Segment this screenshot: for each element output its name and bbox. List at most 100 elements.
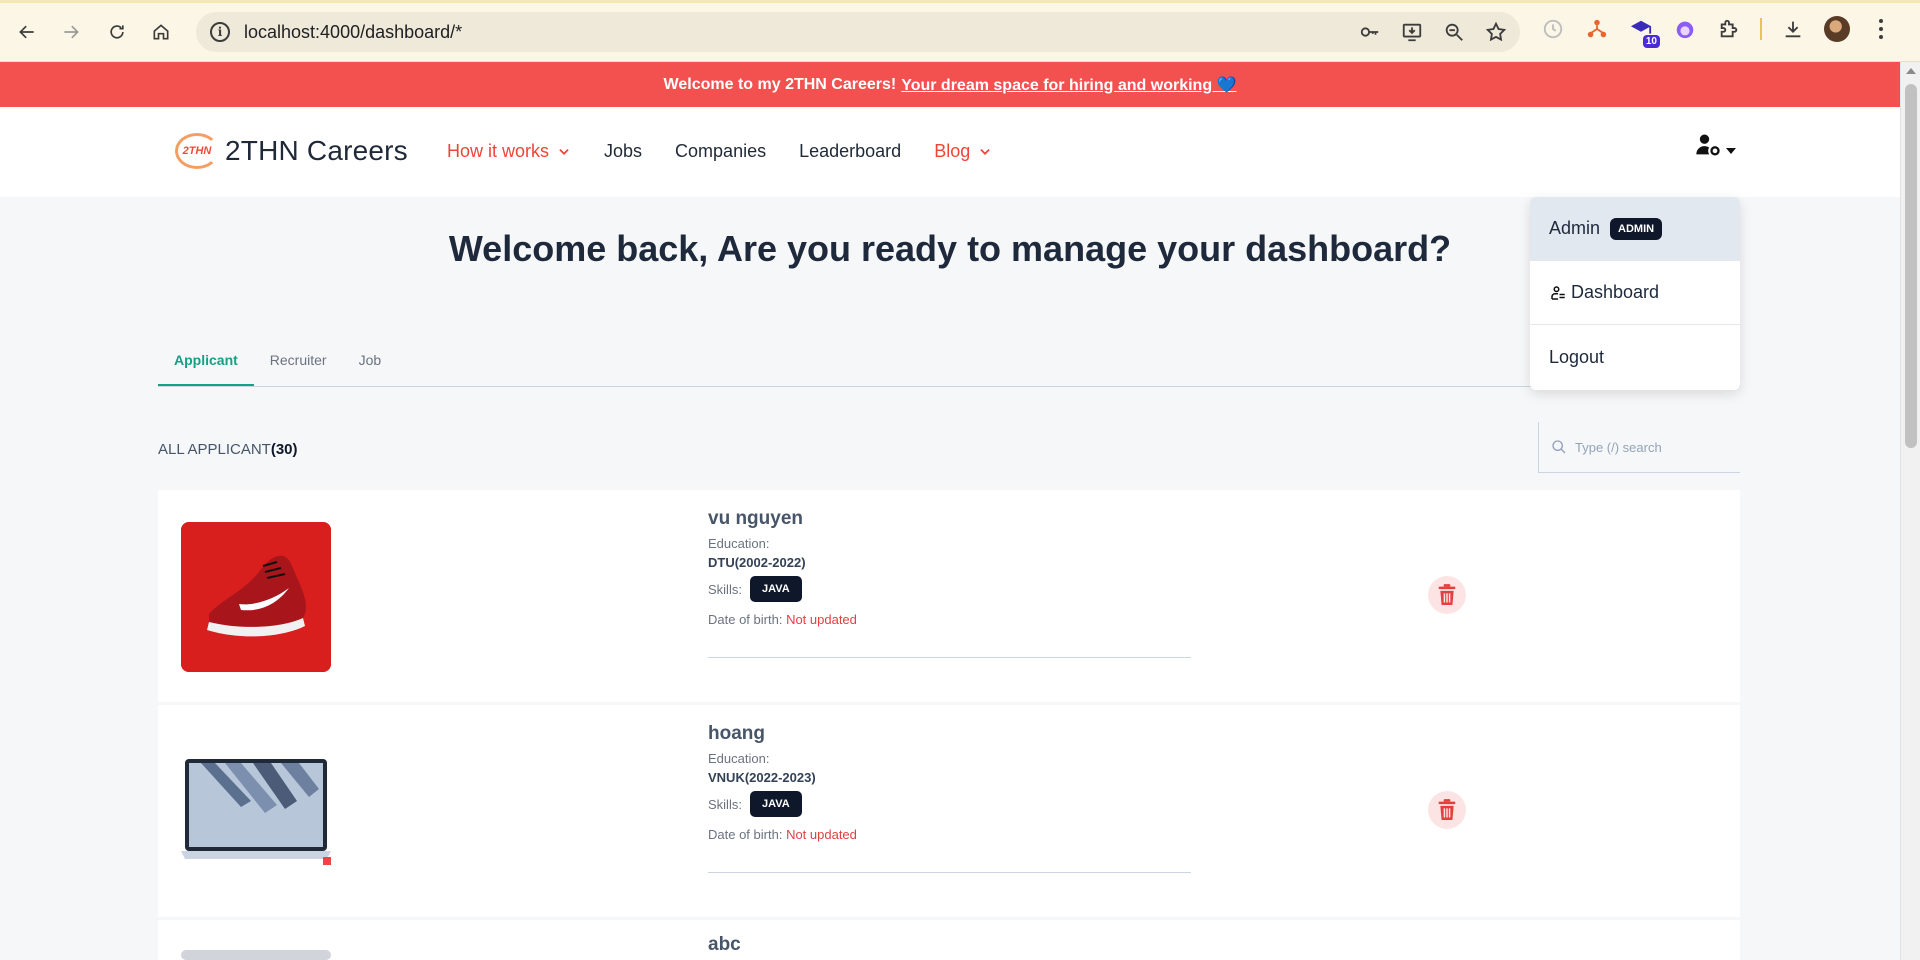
- dob-row: Date of birth: Not updated: [708, 827, 1191, 842]
- install-app-icon[interactable]: [1400, 20, 1424, 44]
- logo[interactable]: 2THN 2THN Careers: [175, 133, 408, 169]
- applicant-name[interactable]: vu nguyen: [708, 508, 1191, 530]
- nav-companies[interactable]: Companies: [675, 141, 766, 162]
- role-badge: ADMIN: [1610, 217, 1663, 240]
- applicant-name[interactable]: hoang: [708, 723, 1191, 745]
- dropdown-logout[interactable]: Logout: [1530, 325, 1740, 389]
- caret-down-icon: [1726, 148, 1736, 154]
- nav-blog[interactable]: Blog: [934, 141, 992, 162]
- downloads-icon[interactable]: [1780, 16, 1806, 42]
- site-header: 2THN 2THN Careers How it works Jobs Comp…: [0, 107, 1900, 197]
- applicant-image: [181, 950, 331, 960]
- dob-value: Not updated: [786, 827, 857, 842]
- announcement-link[interactable]: Your dream space for hiring and working …: [901, 75, 1236, 95]
- chevron-down-icon: [980, 148, 990, 155]
- user-menu-toggle[interactable]: [1692, 129, 1736, 161]
- logo-text: 2THN Careers: [225, 135, 408, 166]
- extension-clock-icon[interactable]: [1540, 16, 1566, 42]
- logo-mark: 2THN: [175, 133, 219, 169]
- nav-label: Leaderboard: [799, 141, 902, 161]
- main-nav: How it works Jobs Companies Leaderboard …: [447, 141, 992, 162]
- nav-label: Jobs: [604, 141, 643, 161]
- applicant-count: (30): [270, 441, 298, 458]
- applicant-info: vu nguyen Education: DTU(2002-2022) Skil…: [708, 508, 1191, 658]
- url-text: localhost:4000/dashboard/*: [244, 21, 463, 42]
- bookmark-star-icon[interactable]: [1484, 20, 1508, 44]
- nav-jobs[interactable]: Jobs: [604, 141, 642, 162]
- dob-label: Date of birth:: [708, 612, 783, 627]
- dropdown-label: Dashboard: [1571, 282, 1660, 302]
- address-bar[interactable]: i localhost:4000/dashboard/*: [196, 12, 1520, 52]
- site-info-icon[interactable]: i: [210, 22, 230, 42]
- extension-graduation-icon[interactable]: 10: [1628, 16, 1660, 48]
- education-label: Education:: [708, 751, 770, 766]
- profile-avatar[interactable]: [1824, 16, 1850, 42]
- browser-toolbar: i localhost:4000/dashboard/* 10: [0, 0, 1920, 62]
- trash-icon: [1438, 799, 1456, 820]
- extensions-puzzle-icon[interactable]: [1716, 16, 1742, 42]
- announcement-text: Welcome to my 2THN Careers!: [663, 75, 897, 93]
- chevron-down-icon: [559, 148, 569, 155]
- education-value: DTU(2002-2022): [708, 555, 806, 570]
- back-icon[interactable]: [12, 17, 42, 47]
- section-label: ALL APPLICANT: [158, 441, 271, 458]
- skill-badge: JAVA: [749, 576, 802, 602]
- applicant-image: [181, 522, 331, 672]
- applicant-name[interactable]: abc: [708, 934, 1191, 956]
- skills-label: Skills:: [708, 796, 742, 812]
- nav-label: How it works: [447, 141, 550, 161]
- tab-recruiter[interactable]: Recruiter: [254, 338, 343, 386]
- delete-button[interactable]: [1428, 791, 1466, 829]
- dropdown-dashboard[interactable]: Dashboard: [1530, 261, 1740, 325]
- toolbar-separator: [1760, 18, 1762, 40]
- dob-label: Date of birth:: [708, 827, 783, 842]
- trash-icon: [1438, 584, 1456, 605]
- scroll-up-icon[interactable]: [1906, 68, 1916, 74]
- nav-leaderboard[interactable]: Leaderboard: [799, 141, 901, 162]
- nav-label: Blog: [934, 141, 971, 161]
- applicant-card: abc: [158, 920, 1740, 960]
- applicant-info: abc: [708, 934, 1191, 956]
- user-settings-icon: [1692, 129, 1724, 161]
- extension-mascot-icon[interactable]: [1672, 16, 1698, 42]
- applicant-info: hoang Education: VNUK(2022-2023) Skills:…: [708, 723, 1191, 873]
- skills-row: Skills: JAVA: [708, 791, 1191, 817]
- skill-badge: JAVA: [749, 791, 802, 817]
- announcement-bar: Welcome to my 2THN Careers! Your dream s…: [0, 62, 1900, 107]
- search-icon: [1552, 440, 1566, 454]
- applicant-card: vu nguyen Education: DTU(2002-2022) Skil…: [158, 490, 1740, 702]
- education-value: VNUK(2022-2023): [708, 770, 816, 785]
- education-label: Education:: [708, 536, 770, 551]
- dob-value: Not updated: [786, 612, 857, 627]
- dob-row: Date of birth: Not updated: [708, 612, 1191, 627]
- dashboard-icon: [1551, 285, 1565, 300]
- password-key-icon[interactable]: [1358, 20, 1382, 44]
- section-title: ALL APPLICANT(30): [158, 441, 298, 458]
- dropdown-user-info: Admin ADMIN: [1530, 197, 1740, 261]
- dashboard-tabs: Applicant Recruiter Job: [158, 338, 1740, 387]
- forward-icon[interactable]: [56, 17, 86, 47]
- applicant-image: [181, 737, 331, 887]
- nav-label: Companies: [675, 141, 767, 161]
- scroll-thumb[interactable]: [1905, 84, 1917, 448]
- home-icon[interactable]: [146, 17, 176, 47]
- search-box: [1538, 422, 1740, 473]
- nav-how-it-works[interactable]: How it works: [447, 141, 571, 162]
- skills-label: Skills:: [708, 581, 742, 597]
- reload-icon[interactable]: [102, 17, 132, 47]
- user-dropdown: Admin ADMIN Dashboard Logout: [1530, 197, 1740, 390]
- dropdown-label: Logout: [1549, 346, 1605, 367]
- delete-button[interactable]: [1428, 576, 1466, 614]
- page-scrollbar[interactable]: [1900, 62, 1920, 960]
- zoom-icon[interactable]: [1442, 20, 1466, 44]
- user-name: Admin: [1549, 218, 1601, 238]
- extension-network-icon[interactable]: [1584, 16, 1610, 42]
- browser-menu-icon[interactable]: [1868, 16, 1894, 42]
- tab-job[interactable]: Job: [343, 338, 398, 386]
- search-input[interactable]: [1575, 439, 1735, 455]
- card-divider: [708, 872, 1191, 873]
- skills-row: Skills: JAVA: [708, 576, 1191, 602]
- tab-applicant[interactable]: Applicant: [158, 338, 254, 386]
- card-divider: [708, 657, 1191, 658]
- extension-badge: 10: [1642, 35, 1660, 48]
